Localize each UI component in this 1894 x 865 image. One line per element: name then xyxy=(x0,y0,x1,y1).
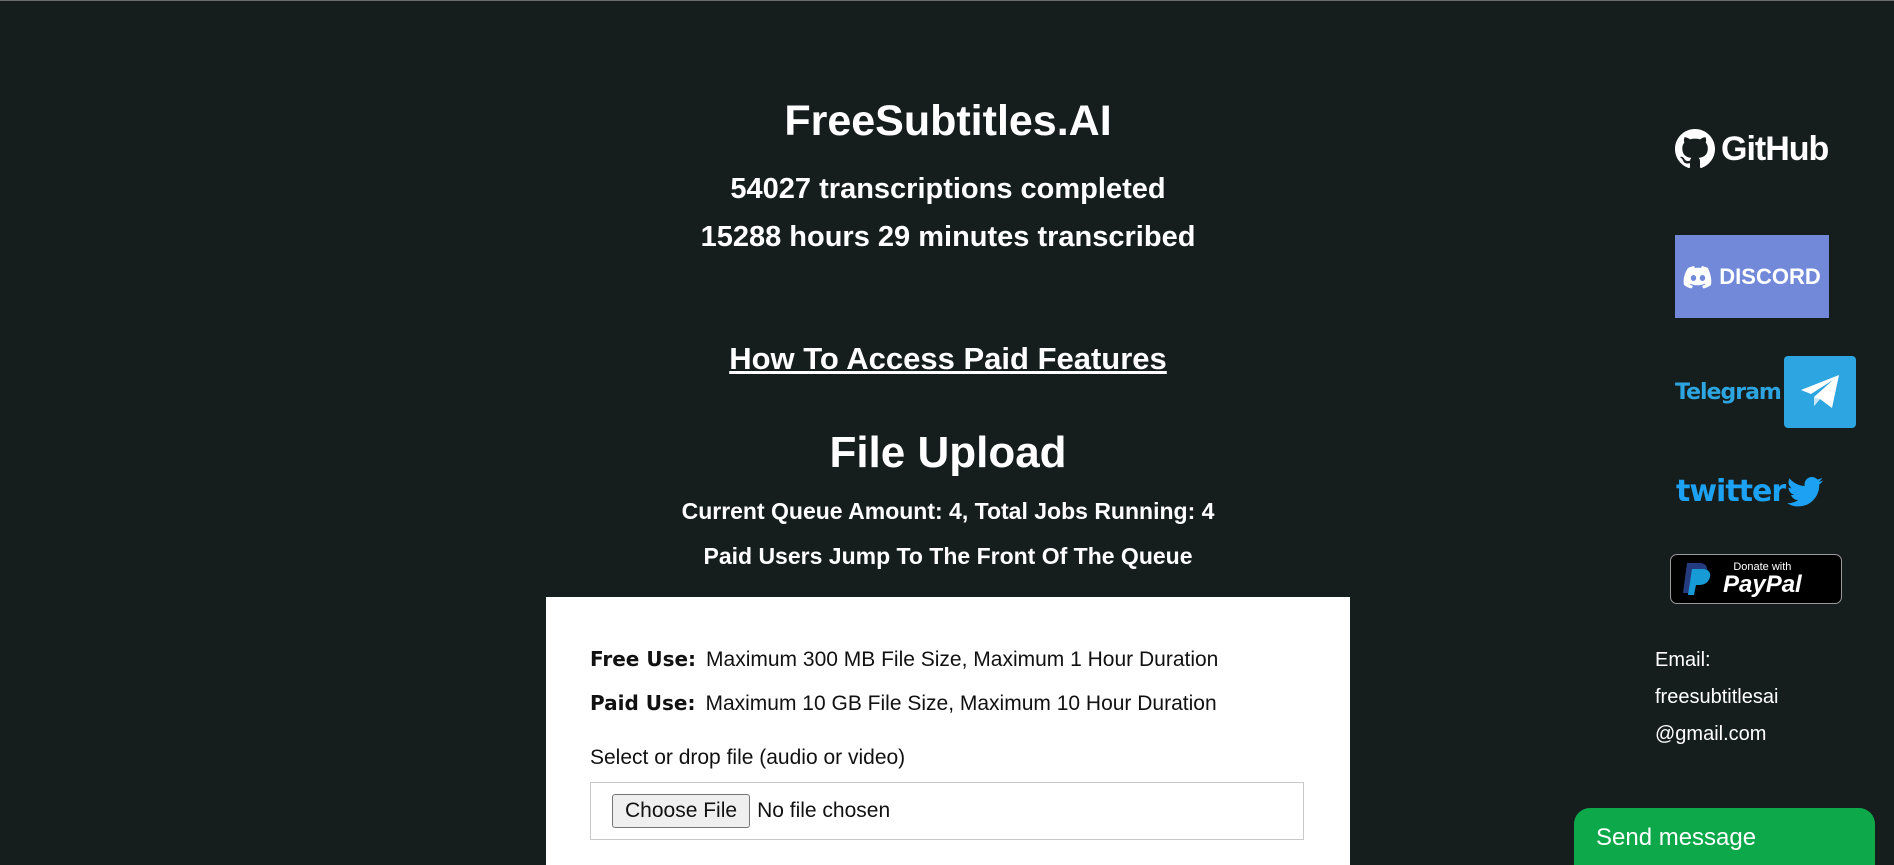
twitter-bird-icon xyxy=(1787,476,1824,506)
telegram-label: Telegram xyxy=(1675,379,1782,405)
discord-link[interactable]: DISCORD xyxy=(1675,235,1829,318)
discord-label: DISCORD xyxy=(1719,263,1821,289)
github-label: GitHub xyxy=(1721,129,1829,168)
paypal-icon xyxy=(1683,563,1711,595)
no-file-text: No file chosen xyxy=(757,799,891,822)
paypal-text-block: Donate with PayPal xyxy=(1723,561,1802,597)
paid-link-wrapper: How To Access Paid Features xyxy=(545,341,1351,377)
paypal-name-text: PayPal xyxy=(1723,571,1802,598)
hours-transcribed: 15288 hours 29 minutes transcribed xyxy=(700,221,1196,253)
page: FreeSubtitles.AI 54027 transcriptions co… xyxy=(0,0,1894,865)
file-drop-zone[interactable]: Choose File No file chosen xyxy=(590,782,1304,840)
queue-status: Current Queue Amount: 4, Total Jobs Runn… xyxy=(681,498,1215,524)
paid-use-label: Paid Use: xyxy=(590,691,696,715)
paypal-donate-button[interactable]: Donate with PayPal xyxy=(1670,554,1842,604)
free-use-line: Free Use: Maximum 300 MB File Size, Maxim… xyxy=(590,647,1218,672)
paid-features-link[interactable]: How To Access Paid Features xyxy=(729,341,1167,376)
site-title: FreeSubtitles.AI xyxy=(784,97,1112,145)
transcriptions-count: 54027 transcriptions completed xyxy=(730,173,1166,205)
paper-plane-icon xyxy=(1800,375,1839,408)
upload-card: Free Use: Maximum 300 MB File Size, Maxim… xyxy=(546,597,1350,865)
paid-jump-note: Paid Users Jump To The Front Of The Queu… xyxy=(703,543,1193,569)
upload-title: File Upload xyxy=(829,428,1067,477)
twitter-link[interactable]: twitter xyxy=(1676,474,1824,509)
email-label: Email: xyxy=(1655,649,1711,671)
paid-use-line: Paid Use: Maximum 10 GB File Size, Maximu… xyxy=(590,691,1217,716)
free-use-label: Free Use: xyxy=(590,647,697,671)
twitter-label: twitter xyxy=(1676,474,1786,509)
github-link[interactable]: GitHub xyxy=(1675,129,1829,169)
email-address-line1: freesubtitlesai xyxy=(1655,686,1779,708)
file-select-label: Select or drop file (audio or video) xyxy=(590,746,906,769)
email-address-line2: @gmail.com xyxy=(1655,723,1767,745)
telegram-link[interactable]: Telegram xyxy=(1675,356,1856,428)
contact-email: Email: freesubtitlesai @gmail.com xyxy=(1655,642,1778,753)
discord-icon xyxy=(1683,265,1712,288)
telegram-icon-box xyxy=(1783,356,1856,428)
free-use-limits: Maximum 300 MB File Size, Maximum 1 Hour… xyxy=(706,648,1219,671)
send-message-button[interactable]: Send message xyxy=(1574,808,1875,865)
choose-file-button[interactable]: Choose File xyxy=(612,794,751,828)
github-icon xyxy=(1675,129,1715,169)
paid-use-limits: Maximum 10 GB File Size, Maximum 10 Hour… xyxy=(705,692,1217,715)
